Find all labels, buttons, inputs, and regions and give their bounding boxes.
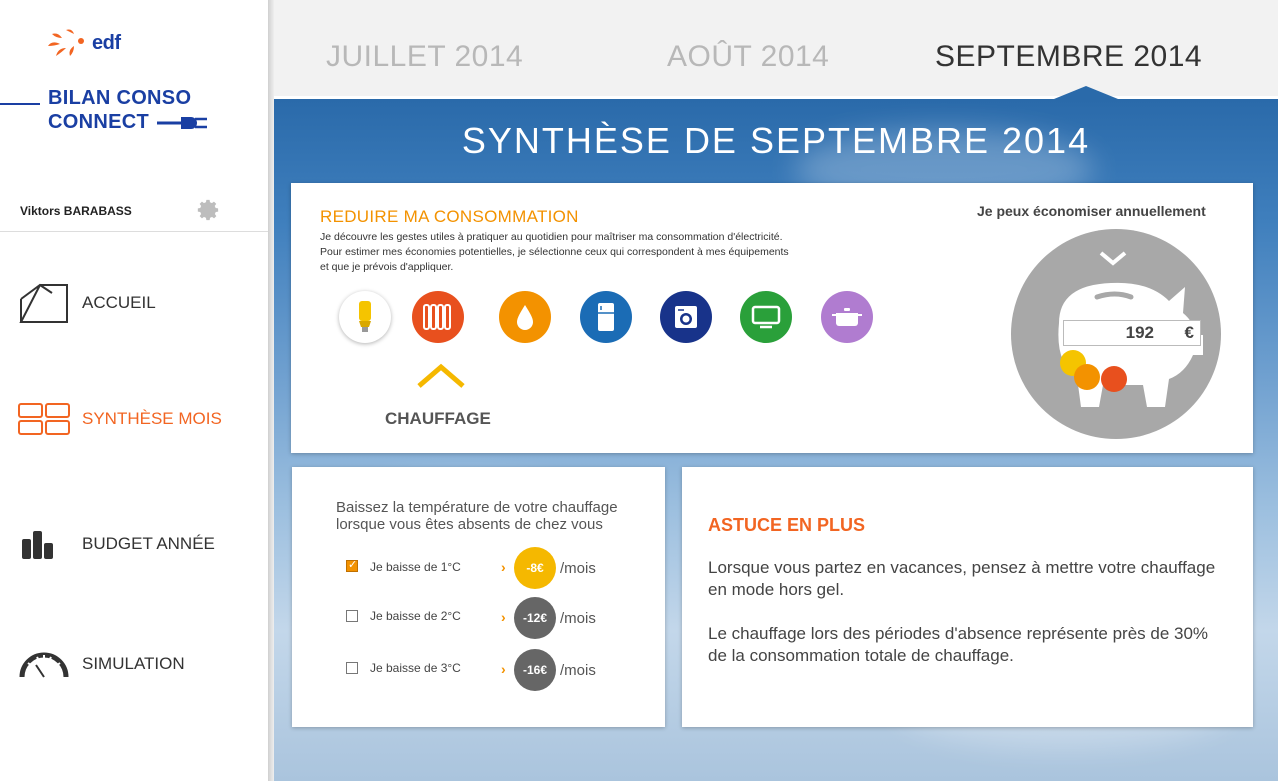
reduce-desc-line: Je découvre les gestes utiles à pratique…: [320, 231, 783, 243]
plug-icon: [156, 116, 207, 129]
reduce-desc-line: Pour estimer mes économies potentielles,…: [320, 246, 789, 258]
brand-underline: [0, 103, 40, 105]
equipment-lighting[interactable]: [339, 291, 391, 343]
active-tab-pointer: [1054, 86, 1118, 99]
reduce-desc-line: et que je prévois d'appliquer.: [320, 261, 454, 273]
water-drop-icon: [517, 305, 533, 330]
temperature-title: Baissez la température de votre chauffag…: [336, 499, 656, 533]
equipment-water[interactable]: [499, 291, 551, 343]
chevron-right-icon: ›: [501, 559, 506, 575]
nav-label: BUDGET ANNÉE: [82, 534, 215, 553]
temperature-title-line: Baissez la température de votre chauffag…: [336, 499, 618, 516]
temperature-option-3: Je baisse de 3°C › -16€ /mois: [292, 649, 665, 691]
nav-label: SYNTHÈSE MOIS: [82, 409, 222, 428]
temperature-card: Baissez la température de votre chauffag…: [292, 467, 665, 727]
temperature-option-label: Je baisse de 1°C: [370, 560, 461, 574]
per-month-unit: /mois: [560, 662, 596, 679]
edf-sun-icon: [48, 29, 84, 56]
tab-juillet-2014[interactable]: JUILLET 2014: [326, 40, 523, 74]
nav-synthese-mois[interactable]: SYNTHÈSE MOIS: [18, 396, 222, 442]
savings-currency: €: [1184, 323, 1194, 342]
chevron-up-icon: [417, 363, 465, 388]
gear-icon[interactable]: [195, 197, 221, 223]
temperature-option-label: Je baisse de 2°C: [370, 609, 461, 623]
tab-septembre-2014[interactable]: SEPTEMBRE 2014: [935, 40, 1202, 74]
temperature-option-2: Je baisse de 2°C › -12€ /mois: [292, 597, 665, 639]
savings-badge: -8€: [514, 547, 556, 589]
nav-budget-annee[interactable]: BUDGET ANNÉE: [18, 521, 215, 567]
coins-icon: [1060, 350, 1127, 392]
reduce-description: Je découvre les gestes utiles à pratique…: [320, 230, 880, 275]
bar-chart-icon: [22, 531, 53, 559]
per-month-unit: /mois: [560, 610, 596, 627]
temperature-option-label: Je baisse de 3°C: [370, 661, 461, 675]
page-title: SYNTHÈSE DE SEPTEMBRE 2014: [461, 120, 1091, 161]
savings-badge: -16€: [514, 649, 556, 691]
temperature-checkbox-3[interactable]: [346, 662, 358, 674]
house-icon: [19, 283, 68, 323]
tip-card: ASTUCE EN PLUS Lorsque vous partez en va…: [682, 467, 1253, 727]
temperature-option-1: Je baisse de 1°C › -8€ /mois: [292, 547, 665, 589]
selected-equipment-label: CHAUFFAGE: [385, 409, 491, 428]
temperature-title-line: lorsque vous êtes absents de chez vous: [336, 516, 603, 533]
tip-title: ASTUCE EN PLUS: [708, 515, 866, 535]
nav-label: SIMULATION: [82, 654, 185, 673]
tip-paragraph-2: Le chauffage lors des périodes d'absence…: [708, 624, 1209, 665]
savings-amount: 192: [1125, 323, 1154, 342]
grid-icon: [18, 403, 70, 435]
fridge-icon: [598, 303, 614, 331]
per-month-unit: /mois: [560, 560, 596, 577]
pot-icon: [832, 308, 862, 326]
edf-logo-text: edf: [92, 31, 121, 54]
chevron-right-icon: ›: [501, 609, 506, 625]
temperature-checkbox-2[interactable]: [346, 610, 358, 622]
brand-line-2: CONNECT: [48, 111, 149, 133]
tab-aout-2014[interactable]: AOÛT 2014: [667, 40, 829, 74]
sidebar: edf BILAN CONSO CONNECT Viktors BARABASS…: [0, 0, 270, 781]
main-content: JUILLET 2014 AOÛT 2014 SEPTEMBRE 2014 SY…: [274, 0, 1278, 781]
washing-machine-icon: [675, 306, 697, 328]
user-row: Viktors BARABASS: [0, 190, 270, 232]
reduce-title: REDUIRE MA CONSOMMATION: [320, 207, 579, 226]
edf-logo[interactable]: edf: [44, 26, 121, 60]
nav-simulation[interactable]: SIMULATION: [18, 641, 185, 687]
user-name: Viktors BARABASS: [20, 204, 132, 218]
equipment-fridge[interactable]: [580, 291, 632, 343]
nav-label: ACCUEIL: [82, 293, 156, 312]
chevron-right-icon: ›: [501, 661, 506, 677]
equipment-tv[interactable]: [740, 291, 792, 343]
gauge-icon: [19, 652, 69, 678]
equipment-heating[interactable]: [412, 291, 464, 343]
lightbulb-icon: [359, 301, 371, 332]
radiator-icon: [423, 304, 451, 330]
nav-accueil[interactable]: ACCUEIL: [18, 280, 156, 326]
brand-title: BILAN CONSO CONNECT: [48, 86, 209, 134]
temperature-checkbox-1[interactable]: [346, 558, 358, 572]
savings-amount-field: 192 €: [1063, 320, 1201, 346]
savings-badge: -12€: [514, 597, 556, 639]
equipment-cooking[interactable]: [821, 291, 873, 343]
tv-icon: [751, 305, 781, 329]
tip-paragraph-1: Lorsque vous partez en vacances, pensez …: [708, 558, 1216, 599]
brand-line-1: BILAN CONSO: [48, 87, 192, 109]
reduce-consumption-card: REDUIRE MA CONSOMMATION Je découvre les …: [291, 183, 1253, 453]
equipment-washing-machine[interactable]: [660, 291, 712, 343]
savings-title: Je peux économiser annuellement: [977, 203, 1206, 219]
month-tabs: JUILLET 2014 AOÛT 2014 SEPTEMBRE 2014: [274, 0, 1278, 96]
